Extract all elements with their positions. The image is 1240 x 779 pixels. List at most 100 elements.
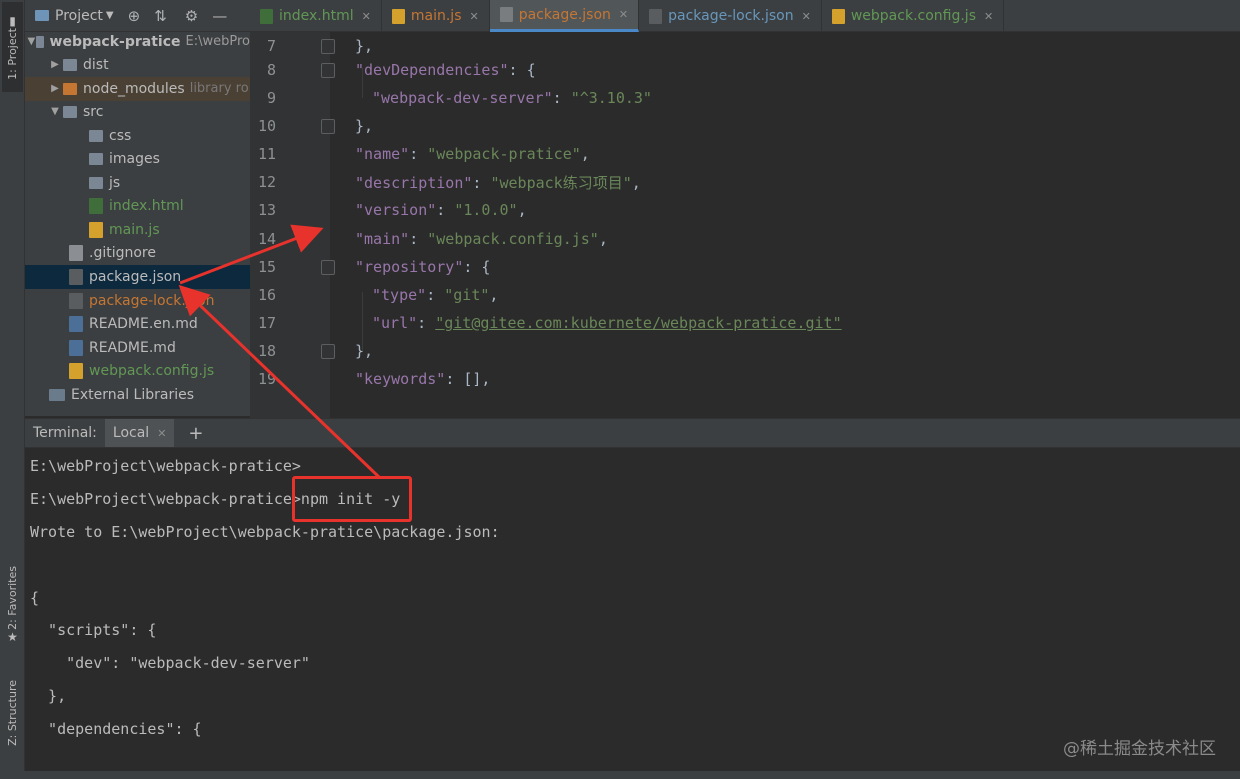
tree-item-label: src [83, 103, 104, 120]
code-line: 9 "webpack-dev-server": "^3.10.3" [250, 84, 1240, 112]
json-string: "webpack练习项目" [490, 173, 632, 192]
fold-marker-icon[interactable] [321, 62, 335, 78]
favorites-tool-tab[interactable]: 2: Favorites ★ [2, 560, 23, 650]
html-file-icon [260, 8, 273, 24]
collapse-all-icon[interactable]: ⇅ [154, 7, 167, 25]
tree-item-readme[interactable]: README.md [25, 336, 250, 360]
line-number: 14 [257, 230, 276, 249]
code-punct: : [552, 89, 571, 108]
code-line: 15 "repository": { [250, 253, 1240, 281]
code-line: 11 "name": "webpack-pratice", [250, 140, 1240, 168]
code-line: 18 }, [250, 337, 1240, 365]
tree-item-webpack-config[interactable]: webpack.config.js [25, 359, 250, 383]
folder-icon [35, 35, 44, 48]
tab-package-lock-json[interactable]: package-lock.json ✕ [639, 0, 822, 32]
tree-item-gitignore[interactable]: .gitignore [25, 241, 250, 265]
locate-target-icon[interactable]: ⊕ [128, 7, 141, 25]
terminal-line: E:\webProject\webpack-pratice> [30, 457, 301, 475]
gear-icon[interactable]: ⚙ [185, 7, 198, 25]
code-text: }, [355, 117, 374, 136]
json-key: "webpack-dev-server" [372, 89, 553, 108]
line-number: 17 [257, 314, 276, 333]
line-number: 9 [266, 89, 276, 108]
tree-item-label: .gitignore [89, 244, 156, 261]
terminal-line: "dev": "webpack-dev-server" [30, 654, 310, 672]
terminal-tab-local[interactable]: Local ✕ [104, 419, 175, 447]
terminal-header: Terminal: Local ✕ + [25, 418, 1240, 448]
line-number: 7 [266, 37, 276, 56]
minimize-icon[interactable]: — [212, 7, 227, 25]
line-number: 8 [266, 61, 276, 80]
terminal-title: Terminal: [33, 425, 97, 441]
tree-item-label: webpack.config.js [89, 362, 215, 379]
tab-package-json[interactable]: package.json ✕ [489, 0, 640, 32]
tree-item-dist[interactable]: ▶ dist [25, 53, 250, 77]
tree-item-readme-en[interactable]: README.en.md [25, 312, 250, 336]
project-view-selector[interactable]: Project [55, 8, 103, 24]
tree-item-label: main.js [109, 221, 160, 238]
tree-item-node-modules[interactable]: ▶ node_modules library ro [25, 77, 250, 101]
json-file-icon [499, 7, 513, 22]
json-string: "git" [444, 286, 490, 305]
code-editor[interactable]: 7 }, 8 "devDependencies": { 9 "webpack-d… [250, 32, 1240, 418]
close-icon[interactable]: ✕ [802, 10, 811, 23]
expanded-arrow-icon[interactable]: ▼ [47, 106, 63, 117]
tree-item-js[interactable]: js [25, 171, 250, 195]
tree-root[interactable]: ▼ webpack-pratice E:\webPro [25, 30, 250, 54]
markdown-file-icon [69, 339, 83, 356]
collapsed-arrow-icon[interactable]: ▶ [47, 83, 63, 94]
folder-icon [89, 152, 103, 165]
tree-item-package-lock-json[interactable]: package-lock.json [25, 289, 250, 313]
tree-item-css[interactable]: css [25, 124, 250, 148]
tab-label: main.js [410, 8, 462, 24]
tree-item-package-json[interactable]: package.json [25, 265, 250, 289]
project-tool-tab[interactable]: ▮ 1: Project [2, 2, 23, 92]
tool-window-strip: ▮ 1: Project 2: Favorites ★ Z: Structure [0, 0, 25, 779]
new-terminal-button[interactable]: + [188, 423, 203, 444]
tab-index-html[interactable]: index.html ✕ [250, 0, 382, 32]
structure-tool-tab[interactable]: Z: Structure [2, 668, 23, 758]
tree-item-index-html[interactable]: index.html [25, 194, 250, 218]
tree-item-label: External Libraries [71, 386, 194, 403]
line-number: 10 [257, 117, 276, 136]
close-icon[interactable]: ✕ [984, 10, 993, 23]
js-file-icon [391, 8, 405, 24]
collapsed-arrow-icon[interactable]: ▶ [47, 59, 63, 70]
fold-marker-icon[interactable] [321, 38, 335, 54]
project-panel-header: Project ▼ ⊕ ⇅ ⚙ — [25, 0, 250, 32]
close-icon[interactable]: ✕ [470, 10, 479, 23]
tree-item-main-js[interactable]: main.js [25, 218, 250, 242]
js-file-icon [831, 8, 845, 24]
code-line: 10 }, [250, 112, 1240, 140]
tree-item-label: index.html [109, 197, 184, 214]
repository-url-link[interactable]: "git@gitee.com:kubernete/webpack-pratice… [435, 314, 841, 332]
chevron-down-icon[interactable]: ▼ [106, 10, 114, 21]
close-icon[interactable]: ✕ [619, 8, 628, 21]
tree-item-external-libraries[interactable]: External Libraries [25, 383, 250, 407]
expanded-arrow-icon[interactable]: ▼ [27, 36, 36, 47]
tree-item-label: dist [83, 56, 109, 73]
fold-marker-icon[interactable] [321, 118, 335, 134]
json-file-icon [69, 292, 83, 309]
code-punct: , [598, 230, 608, 249]
fold-marker-icon[interactable] [321, 343, 335, 359]
editor-tab-bar: index.html ✕ main.js ✕ package.json ✕ pa… [250, 0, 1240, 32]
terminal-output[interactable]: E:\webProject\webpack-pratice> E:\webPro… [25, 449, 1240, 771]
tab-main-js[interactable]: main.js ✕ [382, 0, 490, 32]
close-icon[interactable]: ✕ [157, 427, 166, 440]
library-icon [49, 388, 65, 401]
code-punct: : { [508, 61, 536, 80]
code-line: 14 "main": "webpack.config.js", [250, 225, 1240, 253]
terminal-line: "dependencies": { [30, 720, 202, 738]
code-line: 16 "type": "git", [250, 281, 1240, 309]
line-number: 12 [257, 173, 276, 192]
fold-marker-icon[interactable] [321, 259, 335, 275]
tab-webpack-config-js[interactable]: webpack.config.js ✕ [822, 0, 1005, 32]
close-icon[interactable]: ✕ [362, 10, 371, 23]
favorites-tool-tab-label: 2: Favorites [6, 566, 19, 630]
tree-item-images[interactable]: images [25, 147, 250, 171]
code-punct: : [409, 145, 428, 164]
watermark: @稀土掘金技术社区 [1063, 739, 1216, 759]
tree-item-src[interactable]: ▼ src [25, 100, 250, 124]
structure-tool-tab-label: Z: Structure [6, 680, 19, 746]
